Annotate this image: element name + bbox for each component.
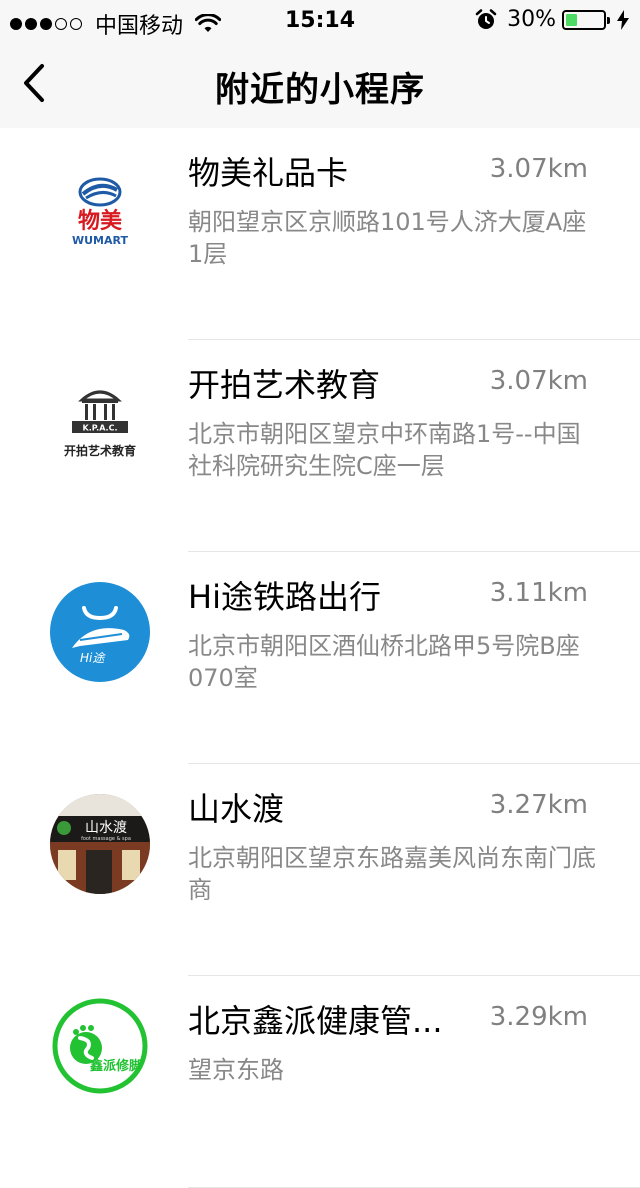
logo-text: 鑫派修脚 xyxy=(89,1058,142,1074)
list-item[interactable]: Hi途 Hi途铁路出行 3.11km 北京市朝阳区酒仙桥北路甲5号院B座070室 xyxy=(0,552,640,764)
battery-percent: 30% xyxy=(507,7,556,32)
navigation-bar: 附近的小程序 xyxy=(0,40,640,128)
item-address: 朝阳望京区京顺路101号人济大厦A座1层 xyxy=(188,208,587,268)
item-address: 北京市朝阳区望京中环南路1号--中国社科院研究生院C座一层 xyxy=(188,420,581,480)
charging-bolt-icon xyxy=(617,9,629,30)
logo-text: 物美 xyxy=(78,208,123,234)
hitu-logo: Hi途 xyxy=(50,582,150,682)
alarm-clock-icon xyxy=(475,8,497,29)
shanshuidu-logo: 山水渡 foot massage & spa xyxy=(50,794,150,894)
logo-text: Hi途 xyxy=(80,651,106,665)
item-address: 北京市朝阳区酒仙桥北路甲5号院B座070室 xyxy=(188,632,580,692)
logo-text: 山水渡 xyxy=(85,820,127,836)
item-name: 山水渡 xyxy=(188,790,285,828)
item-name: 开拍艺术教育 xyxy=(188,366,381,404)
logo-text: 开拍艺术教育 xyxy=(64,443,136,458)
item-address: 望京东路 xyxy=(188,1056,284,1084)
item-name: 物美礼品卡 xyxy=(188,154,349,192)
page-title: 附近的小程序 xyxy=(215,70,425,110)
xinpai-logo: 鑫派修脚 xyxy=(50,996,150,1096)
battery-icon xyxy=(562,9,610,30)
list-item[interactable]: 鑫派修脚 北京鑫派健康管... 3.29km 望京东路 xyxy=(0,976,640,1188)
item-distance: 3.07km xyxy=(489,366,588,396)
logo-subtext: foot massage & spa xyxy=(81,836,131,842)
list-item[interactable]: 物美 WUMART 物美礼品卡 3.07km 朝阳望京区京顺路101号人济大厦A… xyxy=(0,128,640,340)
list-item[interactable]: 山水渡 foot massage & spa 山水渡 3.27km 北京朝阳区望… xyxy=(0,764,640,976)
wumart-logo: 物美 WUMART xyxy=(50,168,150,268)
item-address: 北京朝阳区望京东路嘉美风尚东南门底商 xyxy=(188,844,596,904)
item-distance: 3.11km xyxy=(489,578,588,608)
status-right: 30% xyxy=(475,7,630,32)
kpac-logo: K.P.A.C. 开拍艺术教育 xyxy=(50,380,150,480)
status-bar: 中国移动 15:14 30% xyxy=(0,0,640,40)
item-distance: 3.07km xyxy=(489,154,588,184)
logo-subtext: WUMART xyxy=(72,234,129,247)
item-name: Hi途铁路出行 xyxy=(188,578,381,616)
item-distance: 3.27km xyxy=(489,790,588,820)
item-distance: 3.29km xyxy=(489,1002,588,1032)
logo-subtext: K.P.A.C. xyxy=(83,424,118,433)
item-name: 北京鑫派健康管... xyxy=(188,1002,443,1040)
list-item[interactable]: K.P.A.C. 开拍艺术教育 开拍艺术教育 3.07km 北京市朝阳区望京中环… xyxy=(0,340,640,552)
